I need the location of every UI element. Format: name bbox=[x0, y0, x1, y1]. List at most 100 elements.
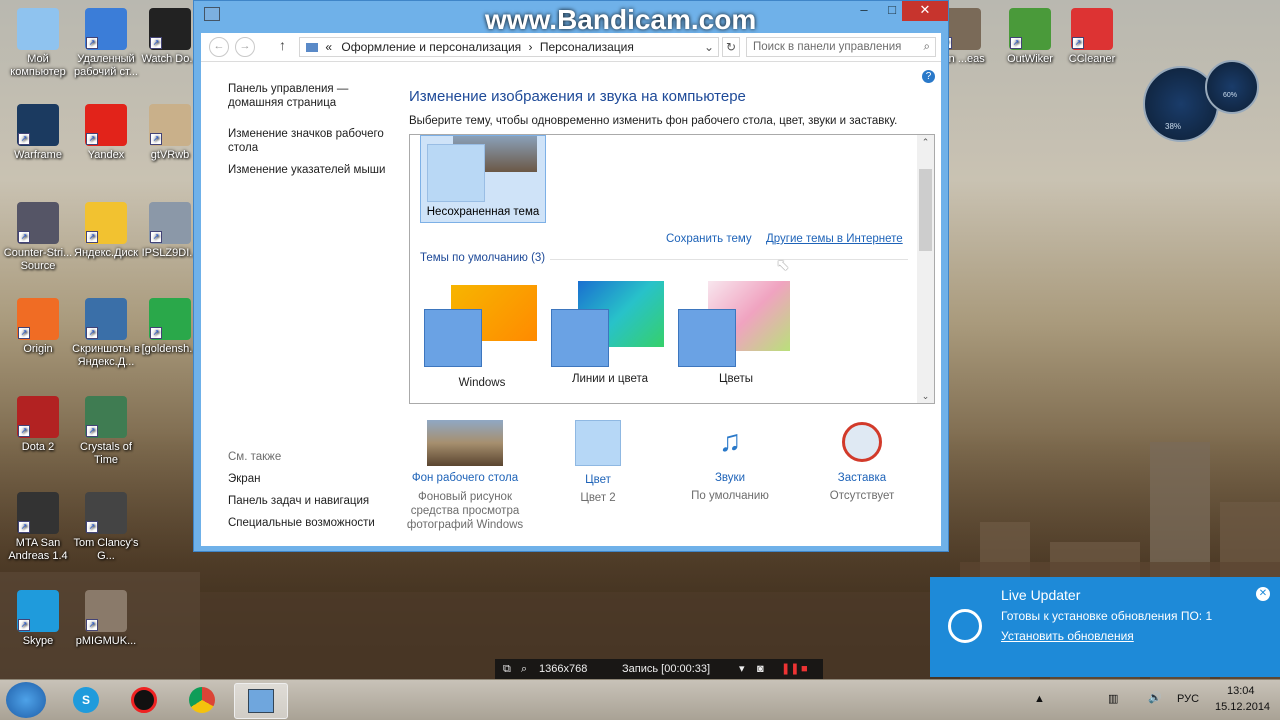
live-updater-notification[interactable]: Live Updater Готовы к установке обновлен… bbox=[930, 577, 1280, 677]
breadcrumb-overflow[interactable]: « bbox=[325, 40, 332, 54]
breadcrumb[interactable]: « Оформление и персонализация › Персонал… bbox=[299, 37, 719, 57]
language-indicator[interactable]: РУС bbox=[1177, 693, 1199, 705]
desktop-icon[interactable]: ↗ Skype bbox=[2, 590, 74, 648]
bandicam-watermark: www.Bandicam.com bbox=[485, 4, 757, 35]
theme-windows[interactable]: Windows bbox=[422, 285, 542, 389]
display-link[interactable]: Экран bbox=[228, 472, 398, 486]
desktop-icon-label: MTA San Andreas 1.4 bbox=[8, 537, 68, 562]
minimize-button[interactable]: – bbox=[850, 1, 878, 21]
install-updates-link[interactable]: Установить обновления bbox=[1001, 629, 1134, 643]
desktop-background-option[interactable]: Фон рабочего стола Фоновый рисунок средс… bbox=[400, 420, 530, 532]
desktop-icon[interactable]: ↗ Dota 2 bbox=[2, 396, 74, 454]
shortcut-arrow-icon: ↗ bbox=[18, 521, 30, 533]
desktop-icon[interactable]: ↗ MTA San Andreas 1.4 bbox=[2, 492, 74, 563]
refresh-icon[interactable]: ↻ bbox=[722, 37, 740, 57]
network-icon[interactable]: ▥ bbox=[1108, 692, 1118, 705]
theme-list: Несохраненная тема Сохранить тему Другие… bbox=[409, 134, 935, 404]
window-color-title[interactable]: Цвет bbox=[533, 474, 663, 486]
dota2-icon: ↗ bbox=[17, 396, 59, 438]
breadcrumb-appearance[interactable]: Оформление и персонализация bbox=[341, 40, 521, 54]
back-button[interactable]: ← bbox=[209, 37, 229, 57]
window-color-option[interactable]: Цвет Цвет 2 bbox=[533, 420, 663, 504]
help-icon[interactable]: ? bbox=[922, 70, 935, 83]
control-panel-small-icon bbox=[204, 7, 220, 21]
pause-icon[interactable]: ❚❚ bbox=[781, 659, 799, 679]
sounds-option[interactable]: ♫ Звуки По умолчанию bbox=[665, 420, 795, 502]
show-hidden-icons[interactable]: ▲ bbox=[1034, 693, 1045, 705]
screensaver-option[interactable]: Заставка Отсутствует bbox=[797, 420, 927, 502]
desktop-icon-label: Мой компьютер bbox=[10, 53, 66, 78]
stop-icon[interactable]: ■ bbox=[801, 659, 808, 679]
desktop-icon[interactable]: ↗ Удаленный рабочий ст... bbox=[70, 8, 142, 79]
desktop-icon[interactable]: ↗ Crystals of Time bbox=[70, 396, 142, 467]
desktop-icon[interactable]: ↗ Яндекс.Диск bbox=[70, 202, 142, 260]
desktop-icon[interactable]: ↗ Tom Clancy's G... bbox=[70, 492, 142, 563]
taskbar-chrome[interactable] bbox=[176, 683, 228, 717]
toast-close-icon[interactable]: ✕ bbox=[1256, 587, 1270, 601]
taskbar-skype[interactable]: S bbox=[60, 683, 112, 717]
taskbar-control-panel[interactable] bbox=[234, 683, 288, 719]
clock-date[interactable]: 15.12.2014 bbox=[1215, 701, 1270, 713]
outwiker-icon: ↗ bbox=[1009, 8, 1051, 50]
volume-icon[interactable]: 🔊 bbox=[1148, 691, 1162, 704]
yandex-browser-icon: ↗ bbox=[85, 104, 127, 146]
desktop-icon[interactable]: ↗ Counter-Stri... Source bbox=[2, 202, 74, 273]
desktop-icon[interactable]: ↗ Warframe bbox=[2, 104, 74, 162]
accessibility-link[interactable]: Специальные возможности bbox=[228, 516, 398, 530]
theme-flowers[interactable]: Цветы bbox=[676, 281, 796, 385]
origin-icon: ↗ bbox=[17, 298, 59, 340]
cpu-value: 38% bbox=[1165, 122, 1182, 131]
recorder-menu-icon[interactable]: ▾ bbox=[739, 659, 745, 679]
change-desktop-icons-link[interactable]: Изменение значков рабочего стола bbox=[228, 127, 388, 155]
desktop-icon[interactable]: ↗ Скриншоты в Яндекс.Д... bbox=[70, 298, 142, 369]
close-button[interactable]: ✕ bbox=[902, 1, 948, 21]
screensaver-title[interactable]: Заставка bbox=[797, 472, 927, 484]
mta-icon: ↗ bbox=[17, 492, 59, 534]
taskbar-navigation-link[interactable]: Панель задач и навигация bbox=[228, 494, 398, 508]
desktop-icon-label: Удаленный рабочий ст... bbox=[74, 53, 138, 78]
sounds-title[interactable]: Звуки bbox=[665, 472, 795, 484]
see-also-heading: См. также bbox=[228, 451, 282, 463]
scroll-down-icon[interactable]: ⌄ bbox=[917, 389, 934, 403]
desktop-icon[interactable]: ↗ Yandex bbox=[70, 104, 142, 162]
ghost-recon-icon: ↗ bbox=[85, 492, 127, 534]
screensaver-icon bbox=[842, 422, 882, 462]
forward-button[interactable]: → bbox=[235, 37, 255, 57]
theme-list-scrollbar[interactable]: ⌃ ⌄ bbox=[917, 135, 934, 403]
shortcut-arrow-icon: ↗ bbox=[150, 327, 162, 339]
chevron-down-icon[interactable]: ⌄ bbox=[704, 38, 714, 56]
bandicam-icon bbox=[131, 687, 157, 713]
desktop-icon[interactable]: ↗ Origin bbox=[2, 298, 74, 356]
screenshot-camera-icon[interactable]: ◙ bbox=[757, 659, 764, 679]
desktop-background-title[interactable]: Фон рабочего стола bbox=[400, 472, 530, 484]
up-button[interactable]: ↑ bbox=[279, 37, 286, 53]
computer-icon bbox=[17, 8, 59, 50]
online-themes-link[interactable]: Другие темы в Интернете bbox=[766, 233, 903, 245]
recorder-search-icon[interactable]: ⌕ bbox=[521, 659, 527, 679]
color-swatch-icon bbox=[575, 420, 621, 466]
theme-lines-colors[interactable]: Линии и цвета bbox=[550, 281, 670, 385]
search-icon[interactable]: ⌕ bbox=[924, 38, 930, 56]
desktop-icon-label: Warframe bbox=[14, 149, 62, 161]
scrollbar-thumb[interactable] bbox=[919, 169, 932, 251]
desktop-icon[interactable]: ↗ pMIGMUK... bbox=[70, 590, 142, 648]
search-input[interactable]: Поиск в панели управления ⌕ bbox=[746, 37, 936, 57]
change-mouse-pointers-link[interactable]: Изменение указателей мыши bbox=[228, 163, 388, 177]
desktop-icon[interactable]: Мой компьютер bbox=[2, 8, 74, 79]
breadcrumb-personalization[interactable]: Персонализация bbox=[540, 40, 634, 54]
cpu-meter-gadget[interactable]: 38% 60% bbox=[1143, 60, 1259, 142]
search-placeholder: Поиск в панели управления bbox=[753, 41, 902, 53]
taskbar: S ▲ ▥ 🔊 РУС 13:04 15.12.2014 bbox=[0, 679, 1280, 720]
taskbar-bandicam[interactable] bbox=[118, 683, 170, 717]
chrome-icon bbox=[189, 687, 215, 713]
desktop-icon[interactable]: ↗ CCleaner bbox=[1056, 8, 1128, 66]
recorder-window-icon[interactable]: ⧉ bbox=[503, 659, 511, 679]
start-orb-icon[interactable] bbox=[6, 682, 46, 718]
desktop-icon-label: Dota 2 bbox=[21, 441, 55, 453]
save-theme-link[interactable]: Сохранить тему bbox=[666, 233, 752, 245]
control-panel-home-link[interactable]: Панель управления — домашняя страница bbox=[228, 82, 388, 110]
scroll-up-icon[interactable]: ⌃ bbox=[917, 135, 934, 149]
clock-time[interactable]: 13:04 bbox=[1227, 685, 1255, 697]
personalization-window: – □ ✕ ← → ↑ « Оформление и персонализаци… bbox=[193, 0, 949, 552]
unsaved-theme-tile[interactable]: Несохраненная тема bbox=[420, 135, 546, 223]
